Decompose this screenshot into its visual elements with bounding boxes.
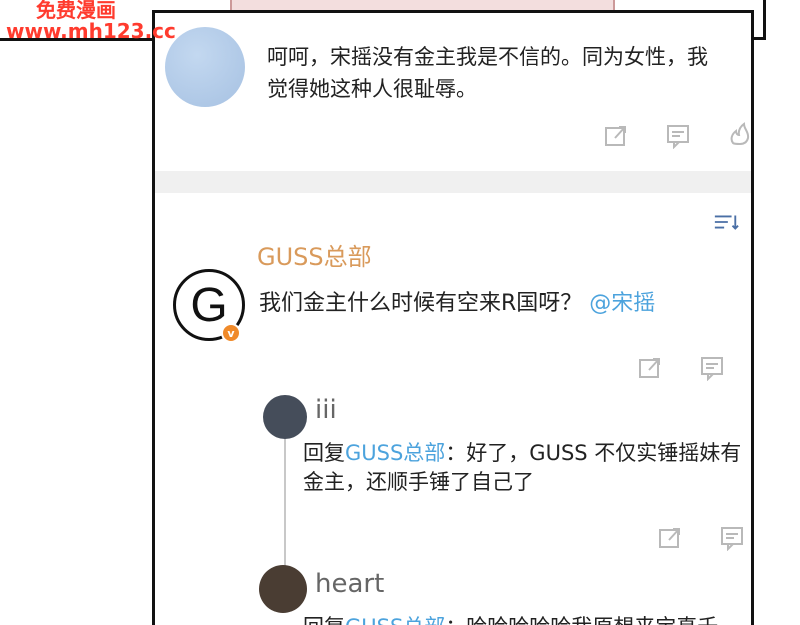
comment-author[interactable]: GUSS总部 xyxy=(257,237,372,272)
reply-text: 回复GUSS总部：好了，GUSS 不仅实锤摇妹有金主，还顺手锤了自己了 xyxy=(303,439,751,497)
background-artwork xyxy=(230,0,615,10)
share-icon[interactable] xyxy=(603,123,629,149)
like-icon[interactable] xyxy=(727,121,751,147)
watermark-url: www.mh123.cc xyxy=(6,19,176,43)
reply-to-link[interactable]: GUSS总部 xyxy=(345,615,445,625)
reply-author[interactable]: iii xyxy=(315,395,337,425)
comment-card-top: 呵呵，宋摇没有金主我是不信的。同为女性，我觉得她这种人很耻辱。 xyxy=(155,13,751,171)
avatar[interactable] xyxy=(165,27,245,107)
reply-prefix: 回复 xyxy=(303,615,345,625)
comment-screen: 呵呵，宋摇没有金主我是不信的。同为女性，我觉得她这种人很耻辱。 GUSS总部 G… xyxy=(152,10,754,625)
mention-link[interactable]: @宋摇 xyxy=(589,291,655,316)
avatar-letter: G xyxy=(190,278,228,332)
reply-prefix: 回复 xyxy=(303,441,345,465)
avatar[interactable] xyxy=(259,565,307,613)
avatar[interactable] xyxy=(263,395,307,439)
reply-body: ：哈哈哈哈哈我原想来宝真千 xyxy=(445,615,718,625)
comment-text: 呵呵，宋摇没有金主我是不信的。同为女性，我觉得她这种人很耻辱。 xyxy=(267,45,708,101)
reply-thread-line xyxy=(284,433,286,583)
panel-frame-corner xyxy=(752,0,766,40)
reply-to-link[interactable]: GUSS总部 xyxy=(345,441,445,465)
sort-icon[interactable] xyxy=(713,209,739,235)
comment-icon[interactable] xyxy=(699,355,725,381)
reply-author[interactable]: heart xyxy=(315,569,384,599)
reply-text: 回复GUSS总部：哈哈哈哈哈我原想来宝真千 xyxy=(303,613,751,625)
share-icon[interactable] xyxy=(637,355,663,381)
comment-icon[interactable] xyxy=(719,525,745,551)
section-divider xyxy=(155,171,751,193)
comment-icon[interactable] xyxy=(665,123,691,149)
share-icon[interactable] xyxy=(657,525,683,551)
watermark-title: 免费漫画 xyxy=(36,0,116,22)
comment-body: 我们金主什么时候有空来R国呀？ xyxy=(259,291,583,316)
watermark: 免费漫画 www.mh123.cc xyxy=(6,0,176,42)
comment-text: 我们金主什么时候有空来R国呀？ @宋摇 xyxy=(259,285,655,317)
verified-badge-icon: v xyxy=(221,323,241,343)
